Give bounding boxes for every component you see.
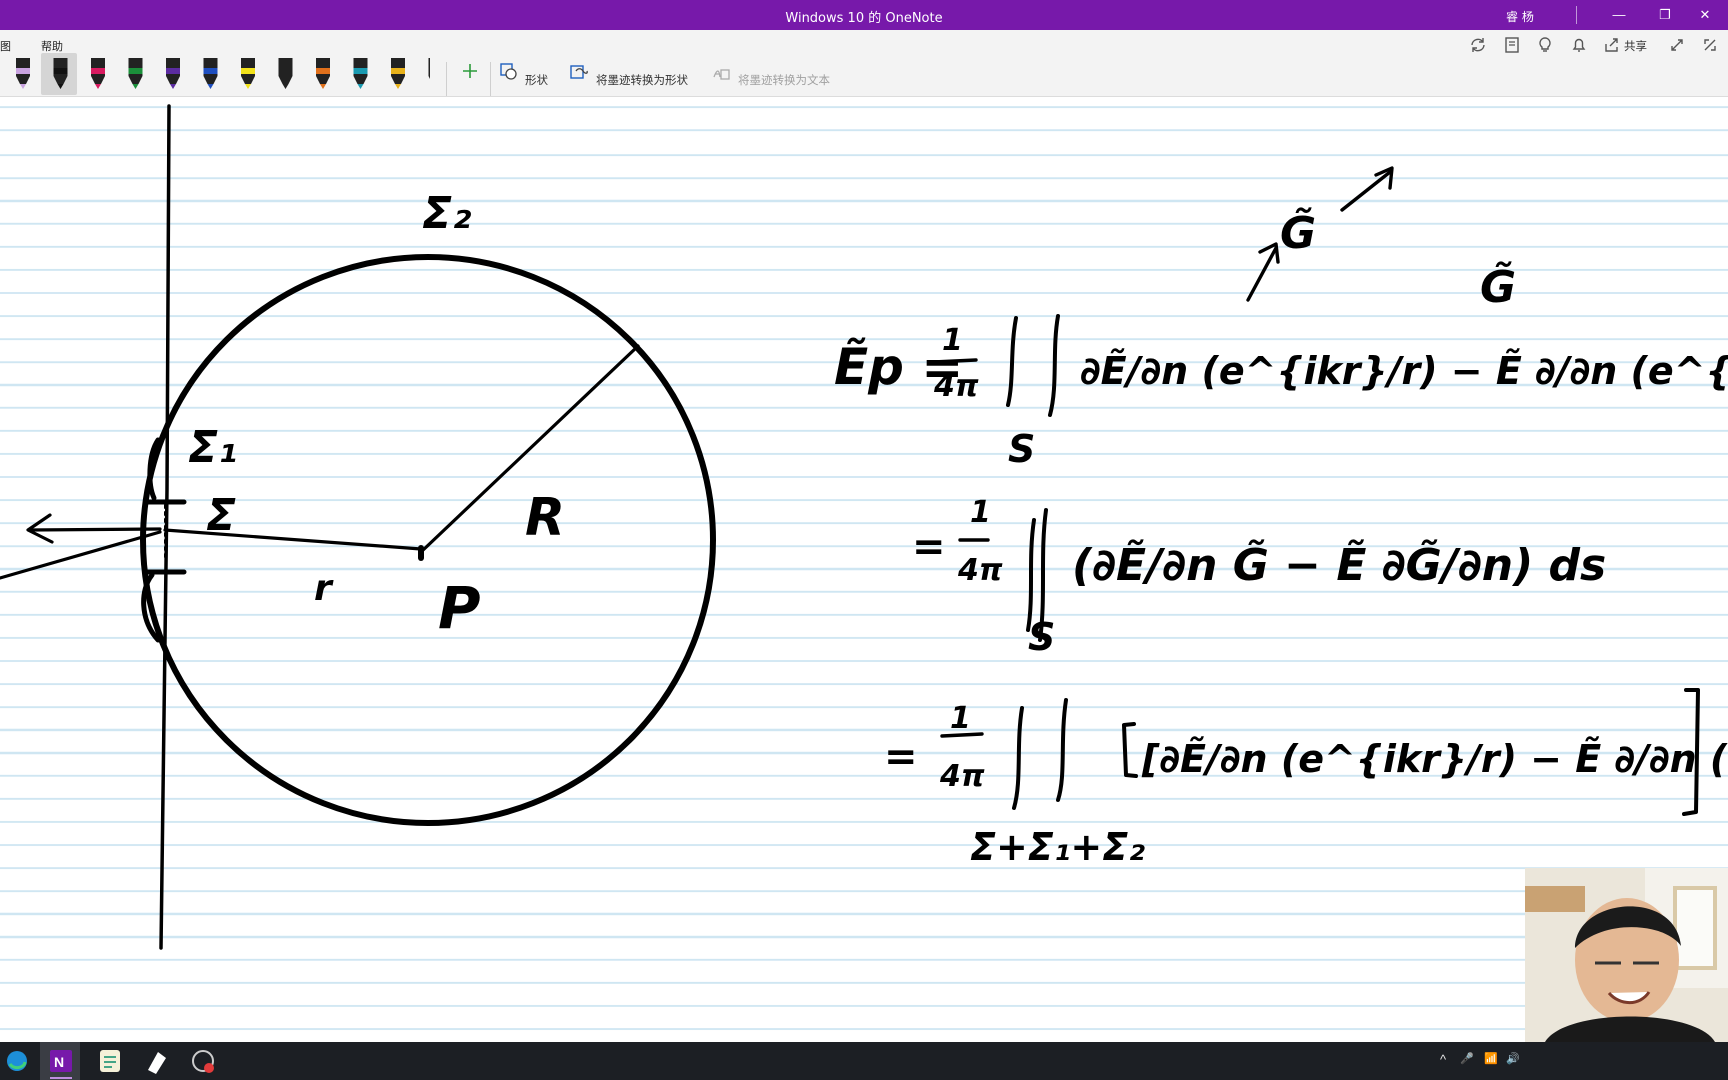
lightbulb-icon[interactable] xyxy=(1535,35,1555,55)
tray-chevron-icon[interactable]: ^ xyxy=(1440,1052,1446,1067)
label-G-tilde-2: G̃ xyxy=(1480,260,1516,313)
arrow-left-stroke xyxy=(28,527,162,532)
wifi-icon[interactable]: 📶 xyxy=(1484,1052,1498,1065)
integral-1b xyxy=(1048,314,1060,417)
bell-icon[interactable] xyxy=(1569,35,1589,55)
eq2-equals: = xyxy=(912,524,946,570)
edge-icon[interactable] xyxy=(0,1042,42,1080)
ink-layer: Σ₂ Σ₁ Σ R r P G̃ G̃ Ẽp = 1 4π ∂Ẽ/∂n (e^{… xyxy=(0,104,1728,950)
webcam-person-image xyxy=(1525,868,1728,1042)
integral-3b xyxy=(1056,698,1068,802)
eq2-body: (∂Ẽ/∂n G̃ − Ẽ ∂G̃/∂n) ds xyxy=(1072,538,1606,591)
eq2-frac-den: 4π xyxy=(957,553,1003,588)
eq1-frac-den: 4π xyxy=(933,369,979,404)
fullscreen-icon[interactable] xyxy=(1667,35,1687,55)
add-pen-icon[interactable] xyxy=(462,63,478,79)
integral-2a xyxy=(1026,518,1036,632)
pen-orange-icon[interactable] xyxy=(316,58,330,89)
close-button[interactable]: ✕ xyxy=(1682,0,1728,30)
eq2-frac-num: 1 xyxy=(970,495,991,530)
arrow-g1-stroke xyxy=(1246,246,1278,302)
pen-green-icon[interactable] xyxy=(128,58,143,89)
user-name[interactable]: 睿 杨 xyxy=(1506,8,1534,25)
notebook-icon[interactable] xyxy=(1502,35,1522,55)
onenote-icon[interactable]: N xyxy=(44,1042,86,1080)
share-icon[interactable] xyxy=(1602,35,1622,55)
integral-1a xyxy=(1006,316,1018,407)
recorder-icon[interactable] xyxy=(186,1042,228,1080)
label-sigma1: Σ₁ xyxy=(188,422,237,473)
notes-icon[interactable] xyxy=(92,1042,134,1080)
pen-tray xyxy=(16,58,431,89)
label-sigma2: Σ₂ xyxy=(422,188,471,239)
label-R: R xyxy=(525,488,565,548)
eq2-sub: S xyxy=(1028,615,1055,659)
ink-to-text-button: 将墨迹转换为文本 xyxy=(738,73,830,87)
shapes-icon[interactable] xyxy=(500,63,518,81)
ink-to-shape-icon[interactable] xyxy=(570,63,588,81)
menu-help[interactable]: 帮助 xyxy=(41,38,63,54)
eq1-frac-num: 1 xyxy=(942,323,963,358)
label-P: P xyxy=(438,574,481,642)
ink-to-text-icon[interactable] xyxy=(712,63,730,81)
pen-magenta-icon[interactable] xyxy=(91,58,105,89)
pen-black-icon[interactable] xyxy=(53,58,68,89)
share-label[interactable]: 共享 xyxy=(1624,38,1647,54)
ink-to-shape-button[interactable]: 将墨迹转换为形状 xyxy=(596,72,688,88)
label-G-tilde-1: G̃ xyxy=(1280,206,1316,259)
eq3-equals: = xyxy=(884,734,918,780)
eq1-body: ∂Ẽ/∂n (e^{ikr}/r) − Ẽ ∂/∂n (e^{ikr}/r) d… xyxy=(1080,349,1728,393)
eq3-frac-den: 4π xyxy=(939,759,985,794)
label-r: r xyxy=(314,568,334,609)
label-sigma: Σ xyxy=(206,490,236,541)
pen-gold-icon[interactable] xyxy=(391,58,405,89)
pen-highlighter-purple-icon[interactable] xyxy=(16,58,30,89)
title-separator xyxy=(1576,6,1577,24)
pen-yellow-icon[interactable] xyxy=(241,58,255,89)
eq3-body: [∂Ẽ/∂n (e^{ikr}/r) − Ẽ ∂/∂n (e^{ikr}/r)]… xyxy=(1141,737,1728,781)
collapse-ribbon-icon[interactable] xyxy=(1700,35,1720,55)
microphone-icon[interactable]: 🎤 xyxy=(1460,1052,1474,1065)
pen-violet-icon[interactable] xyxy=(166,58,180,89)
svg-text:N: N xyxy=(54,1054,64,1070)
note-canvas[interactable]: Σ₂ Σ₁ Σ R r P G̃ G̃ Ẽp = 1 4π ∂Ẽ/∂n (e^{… xyxy=(0,97,1728,1042)
webcam-overlay xyxy=(1525,868,1728,1042)
pen-dark-icon[interactable] xyxy=(428,58,431,89)
ray-left-stroke xyxy=(0,530,162,580)
arrow-g2-stroke xyxy=(1340,170,1392,212)
bracket-open-eq3 xyxy=(1122,722,1138,778)
volume-icon[interactable]: 🔊 xyxy=(1506,1052,1520,1065)
menu-view[interactable]: 图 xyxy=(0,38,11,54)
pen-teal-icon[interactable] xyxy=(353,58,368,89)
ribbon-separator xyxy=(446,62,447,96)
eq3-sub: Σ+Σ₁+Σ₂ xyxy=(970,825,1145,869)
window-title: Windows 10 的 OneNote xyxy=(785,11,943,26)
minimize-button[interactable]: — xyxy=(1596,0,1642,30)
shapes-button[interactable]: 形状 xyxy=(525,72,548,88)
ribbon-separator-2 xyxy=(490,62,491,96)
r-line-stroke xyxy=(163,528,423,551)
eq3-frac-num: 1 xyxy=(950,701,971,736)
taskbar: N ^ 🎤 📶 🔊 xyxy=(0,1042,1728,1080)
ribbon: 图 帮助 共享 形状 将墨迹转换为形状 将墨迹转换为文本 xyxy=(0,30,1728,97)
pen-galaxy-icon[interactable] xyxy=(278,58,293,89)
integral-3a xyxy=(1012,706,1024,810)
sync-icon[interactable] xyxy=(1468,35,1488,55)
eq1-sub: S xyxy=(1008,427,1035,471)
pen-app-icon[interactable] xyxy=(140,1042,182,1080)
pen-blue-icon[interactable] xyxy=(203,58,218,89)
title-bar: Windows 10 的 OneNote 睿 杨 — ❐ ✕ xyxy=(0,0,1728,30)
